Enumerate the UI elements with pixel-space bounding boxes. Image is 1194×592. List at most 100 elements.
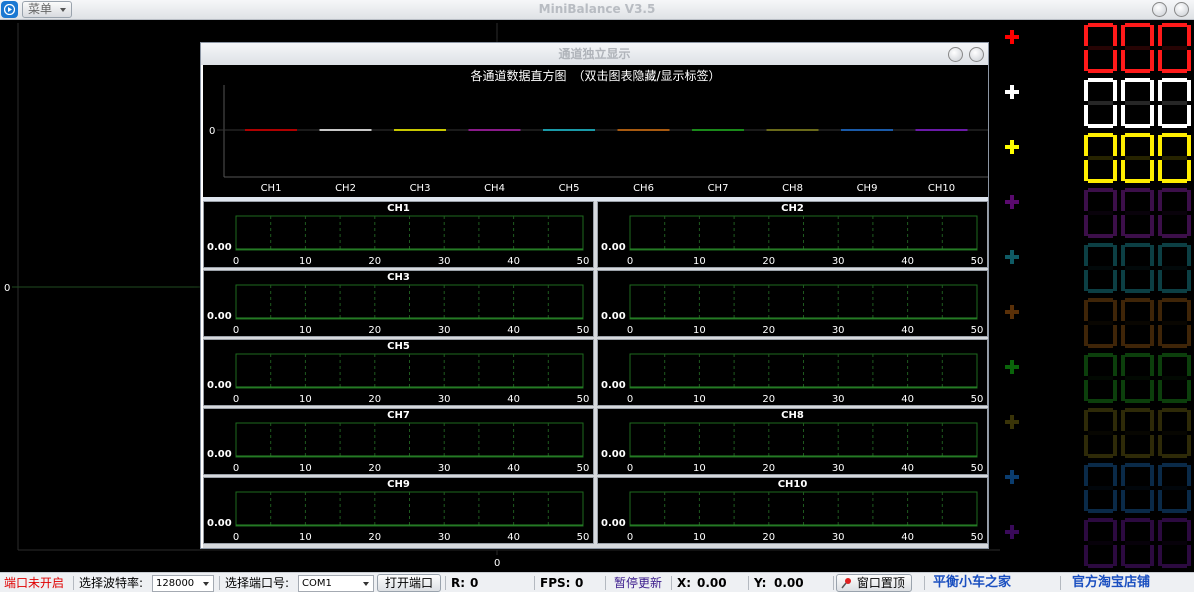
- histogram-bar-ch4: [468, 129, 521, 131]
- pin-window-label: 窗口置顶: [856, 576, 905, 590]
- main-x-zero-label: 0: [494, 558, 500, 569]
- histogram-bar-ch6: [617, 129, 670, 131]
- website-link[interactable]: 平衡小车之家: [933, 573, 1011, 592]
- channel-5-plus-icon[interactable]: [1005, 250, 1019, 264]
- histogram-label-ch1: CH1: [261, 183, 282, 194]
- histogram-label-ch9: CH9: [857, 183, 878, 194]
- divider: [1060, 576, 1061, 590]
- channel-panel-7[interactable]: CH7 0.00 0 10 20 30 40 50: [203, 408, 594, 475]
- panel-x-tick: 40: [507, 463, 520, 474]
- panel-x-tick: 40: [507, 256, 520, 267]
- panel-x-tick: 10: [299, 394, 312, 405]
- channel-3-plus-icon[interactable]: [1005, 140, 1019, 154]
- baud-rate-value: 128000: [156, 578, 195, 589]
- digit-display-9: [1083, 461, 1194, 514]
- channel-panel-3[interactable]: CH3 0.00 0 10 20 30 40 50: [203, 270, 594, 337]
- panel-x-tick: 0: [232, 532, 240, 543]
- channel-9-plus-icon[interactable]: [1005, 470, 1019, 484]
- port-label: 选择端口号:: [225, 576, 290, 590]
- panel-x-tick: 10: [693, 532, 706, 543]
- panel-x-tick: 50: [576, 325, 590, 336]
- open-port-button[interactable]: 打开端口: [377, 574, 441, 592]
- divider: [534, 576, 535, 590]
- digit-display-10: [1083, 516, 1194, 569]
- panel-x-tick: 10: [693, 394, 706, 405]
- panel-x-tick: 50: [970, 394, 984, 405]
- channel-2-plus-icon[interactable]: [1005, 85, 1019, 99]
- histogram-label-ch2: CH2: [335, 183, 356, 194]
- panel-x-tick: 40: [901, 394, 914, 405]
- panel-x-tick: 10: [299, 463, 312, 474]
- histogram-bar-ch9: [841, 129, 893, 131]
- digit-display-2: [1083, 76, 1194, 129]
- panel-x-tick: 30: [437, 394, 451, 405]
- panel-x-tick: 40: [901, 325, 914, 336]
- port-value: COM1: [302, 578, 332, 589]
- channel-10-plus-icon[interactable]: [1005, 525, 1019, 539]
- panel-x-tick: 10: [693, 325, 706, 336]
- channel-7-plus-icon[interactable]: [1005, 360, 1019, 374]
- divider: [73, 576, 74, 590]
- histogram-label-ch4: CH4: [484, 183, 505, 194]
- status-bar: 端口未开启 选择波特率: 128000 选择端口号: COM1 打开端口 R: …: [0, 572, 1194, 592]
- minimize-button[interactable]: [1152, 2, 1167, 17]
- panel-x-tick: 40: [901, 256, 914, 267]
- channel-1-plus-icon[interactable]: [1005, 30, 1019, 44]
- panel-x-tick: 0: [626, 463, 634, 474]
- panel-x-tick: 0: [232, 325, 240, 336]
- divider: [748, 576, 749, 590]
- panel-x-tick: 20: [762, 256, 776, 267]
- panel-x-tick: 50: [970, 532, 984, 543]
- panel-x-tick: 30: [437, 256, 451, 267]
- panel-x-tick: 10: [693, 256, 706, 267]
- channel-panel-9[interactable]: CH9 0.00 0 10 20 30 40 50: [203, 477, 594, 544]
- panel-x-tick: 30: [831, 394, 845, 405]
- channel-panel-8[interactable]: CH8 0.00 0 10 20 30 40 50: [597, 408, 988, 475]
- dialog-minimize-button[interactable]: [948, 47, 963, 62]
- channel-panel-2[interactable]: CH2 0.00 0 10 20 30 40 50: [597, 201, 988, 268]
- channel-4-plus-icon[interactable]: [1005, 195, 1019, 209]
- histogram-bar-ch1: [245, 129, 297, 131]
- panel-x-tick: 0: [626, 325, 634, 336]
- digit-display-7: [1083, 351, 1194, 404]
- histogram-y-label: 0: [209, 126, 215, 137]
- histogram-bar-ch7: [692, 129, 744, 131]
- digit-display-3: [1083, 131, 1194, 184]
- pin-window-button[interactable]: 窗口置顶: [836, 574, 912, 592]
- channel-panel-6[interactable]: 0.00 0 10 20 30 40 50: [597, 339, 988, 406]
- panel-x-tick: 20: [368, 532, 382, 543]
- channel-8-plus-icon[interactable]: [1005, 415, 1019, 429]
- divider: [833, 576, 834, 590]
- panel-x-tick: 0: [626, 256, 634, 267]
- histogram-chart[interactable]: 各通道数据直方图 （双击图表隐藏/显示标签） 0 CH1 CH2 CH3 CH4 CH5…: [203, 65, 988, 197]
- channel-6-plus-icon[interactable]: [1005, 305, 1019, 319]
- histogram-label-ch3: CH3: [410, 183, 431, 194]
- channel-panel-5[interactable]: CH5 0.00 0 10 20 30 40 50: [203, 339, 594, 406]
- panel-x-tick: 20: [368, 325, 382, 336]
- digit-display-8: [1083, 406, 1194, 459]
- shop-link[interactable]: 官方淘宝店铺: [1072, 573, 1150, 592]
- channel-window-title: 通道独立显示: [201, 43, 988, 65]
- pause-update-button[interactable]: 暂停更新: [614, 573, 662, 592]
- fps-label: FPS:: [540, 576, 571, 590]
- panel-x-tick: 0: [626, 532, 634, 543]
- panel-x-tick: 10: [693, 463, 706, 474]
- channel-panel-1[interactable]: CH1 0.00 0 10 20 30 40 50: [203, 201, 594, 268]
- channel-panel-4[interactable]: 0.00 0 10 20 30 40 50: [597, 270, 988, 337]
- chevron-down-icon: [203, 582, 209, 586]
- panel-x-tick: 0: [232, 394, 240, 405]
- panel-x-tick: 10: [299, 325, 312, 336]
- main-y-zero-label: 0: [4, 283, 10, 294]
- dialog-close-button[interactable]: [969, 47, 984, 62]
- panel-x-tick: 50: [576, 256, 590, 267]
- panel-x-tick: 30: [437, 463, 451, 474]
- baud-rate-select[interactable]: 128000: [152, 575, 214, 592]
- port-select[interactable]: COM1: [298, 575, 374, 592]
- digit-display-1: [1083, 21, 1194, 74]
- panel-x-tick: 40: [901, 463, 914, 474]
- close-button[interactable]: [1174, 2, 1189, 17]
- channel-panel-10[interactable]: CH10 0.00 0 10 20 30 40 50: [597, 477, 988, 544]
- r-value: 0: [470, 576, 479, 590]
- panel-x-tick: 50: [576, 463, 590, 474]
- x-value: 0.00: [697, 576, 727, 590]
